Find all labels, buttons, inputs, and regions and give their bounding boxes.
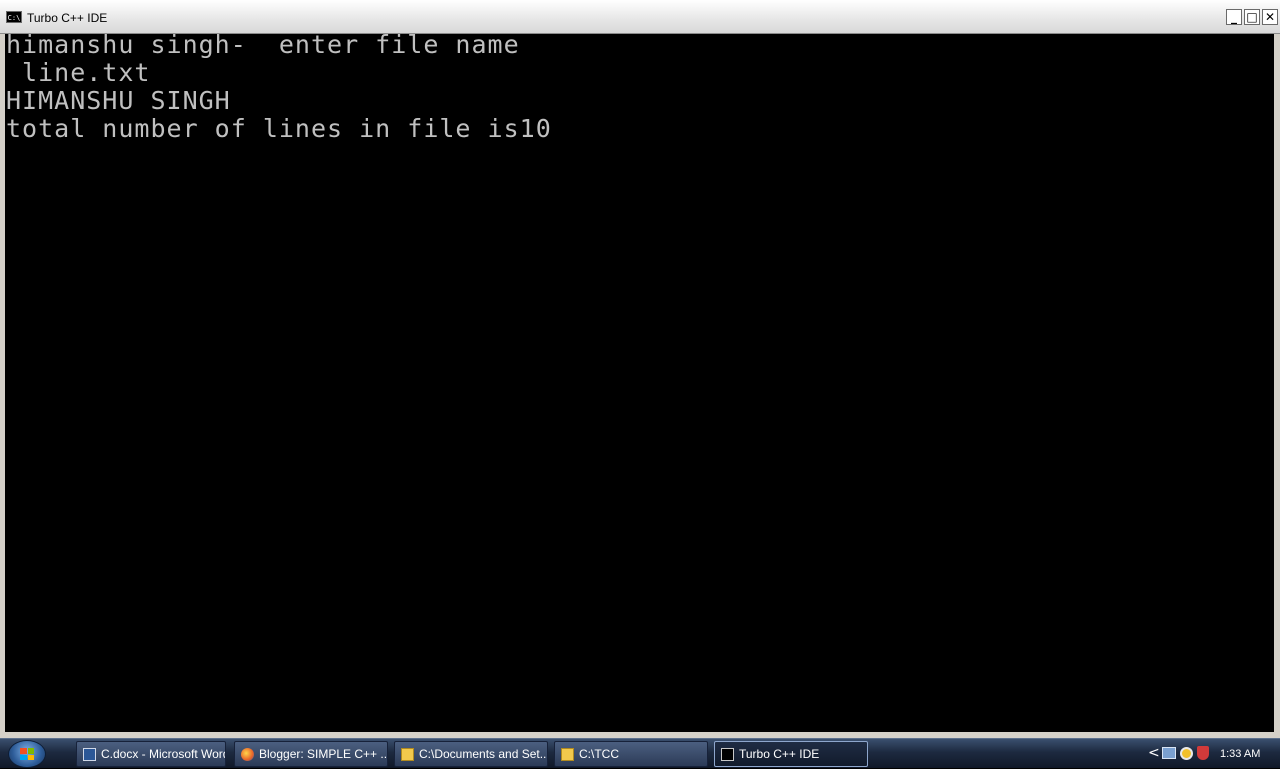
security-shield-icon[interactable] [1197,746,1209,760]
close-button[interactable]: ✕ [1262,9,1278,25]
turbo-cpp-window: C:\ Turbo C++ IDE _ □ ✕ himanshu singh- … [0,0,1280,738]
system-tray: < 1:33 AM [1140,739,1280,769]
show-hidden-icons-chevron-icon[interactable]: < [1148,745,1160,761]
window-titlebar[interactable]: C:\ Turbo C++ IDE _ □ ✕ [0,0,1280,34]
network-icon[interactable] [1162,747,1176,759]
window-title: Turbo C++ IDE [27,11,108,25]
window-controls: _ □ ✕ [1226,9,1278,26]
tray-app-icon[interactable] [1180,747,1193,760]
maximize-button[interactable]: □ [1244,9,1260,25]
folder-icon [401,748,414,761]
taskbar-item-word[interactable]: C.docx - Microsoft Word [76,741,226,767]
console-lines: himanshu singh- enter file name line.txt… [6,34,552,143]
console-icon [721,748,734,761]
taskbar-item-label: Blogger: SIMPLE C++ ... [259,747,388,761]
console-output-area[interactable]: himanshu singh- enter file name line.txt… [5,34,1274,732]
taskbar-clock[interactable]: 1:33 AM [1220,747,1260,761]
taskbar-item-label: C:\TCC [579,747,619,761]
start-button[interactable] [8,740,46,768]
windows-logo-icon [20,748,34,760]
console-line: line.txt [6,58,151,87]
taskbar-item-label: C.docx - Microsoft Word [101,747,226,761]
taskbar: C.docx - Microsoft Word Blogger: SIMPLE … [0,738,1280,768]
console-line: total number of lines in file is10 [6,114,552,143]
taskbar-item-label: Turbo C++ IDE [739,747,820,761]
console-app-icon[interactable]: C:\ [6,11,22,23]
word-icon [83,748,96,761]
taskbar-item-firefox[interactable]: Blogger: SIMPLE C++ ... [234,741,388,767]
console-line: himanshu singh- enter file name [6,34,520,59]
taskbar-item-tcc-folder[interactable]: C:\TCC [554,741,708,767]
taskbar-item-turbo-cpp[interactable]: Turbo C++ IDE [714,741,868,767]
folder-icon [561,748,574,761]
console-line: HIMANSHU SINGH [6,86,231,115]
firefox-icon [241,748,254,761]
taskbar-item-label: C:\Documents and Set... [419,747,548,761]
minimize-button[interactable]: _ [1226,9,1242,25]
taskbar-item-documents-folder[interactable]: C:\Documents and Set... [394,741,548,767]
